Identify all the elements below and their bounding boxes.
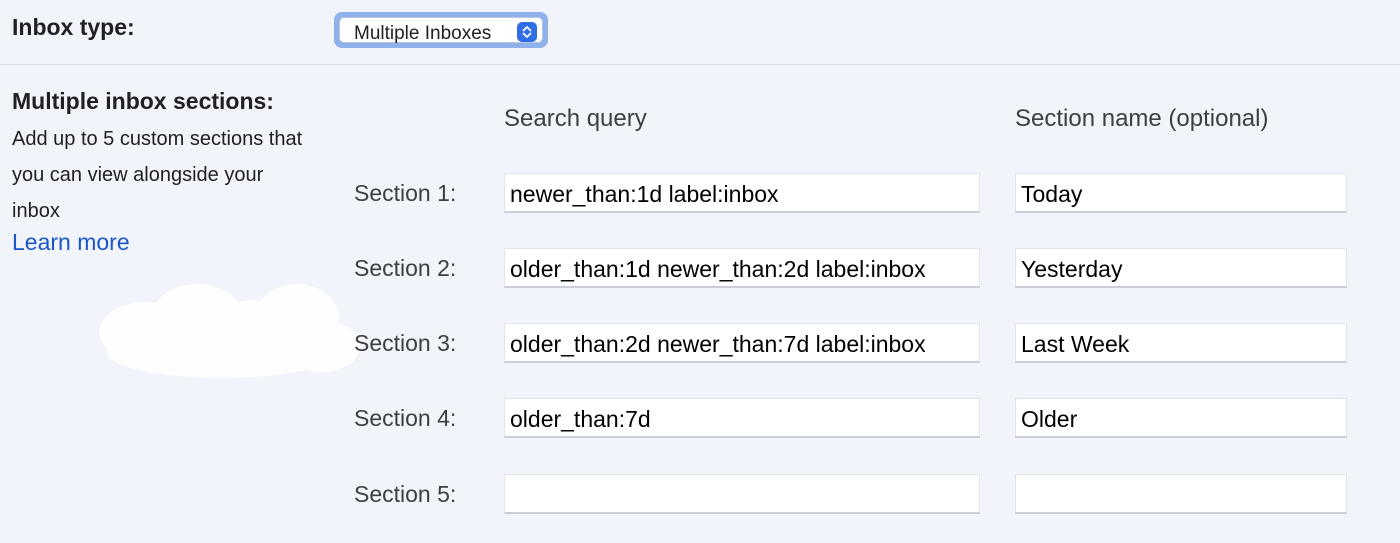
section-1-query-input[interactable]: newer_than:1d label:inbox xyxy=(504,173,980,213)
section-name-header: Section name (optional) xyxy=(1015,105,1269,132)
inbox-type-selected-value: Multiple Inboxes xyxy=(354,23,492,44)
section-1-label: Section 1: xyxy=(354,180,457,206)
multiple-inbox-sections-title: Multiple inbox sections: xyxy=(12,88,274,114)
inbox-type-select[interactable]: Multiple Inboxes xyxy=(334,12,548,48)
section-2-query-input[interactable]: older_than:1d newer_than:2d label:inbox xyxy=(504,248,980,288)
section-4-label: Section 4: xyxy=(354,405,457,431)
section-3-query-input[interactable]: older_than:2d newer_than:7d label:inbox xyxy=(504,323,980,363)
inbox-type-label: Inbox type: xyxy=(12,14,135,40)
search-query-header: Search query xyxy=(504,105,647,132)
section-1-name-input[interactable]: Today xyxy=(1015,173,1347,213)
up-down-chevron-icon[interactable] xyxy=(517,22,537,42)
inbox-type-select-box[interactable]: Multiple Inboxes xyxy=(339,17,543,44)
section-4-query-input[interactable]: older_than:7d xyxy=(504,398,980,438)
section-5-name-input[interactable] xyxy=(1015,474,1347,514)
section-3-name-input[interactable]: Last Week xyxy=(1015,323,1347,363)
cloud-illustration xyxy=(92,280,362,390)
multiple-inbox-sections-description: Add up to 5 custom sections that you can… xyxy=(12,128,303,222)
section-5-label: Section 5: xyxy=(354,481,457,507)
section-3-label: Section 3: xyxy=(354,330,457,356)
section-5-query-input[interactable] xyxy=(504,474,980,514)
section-2-name-input[interactable]: Yesterday xyxy=(1015,248,1347,288)
inbox-type-row: Inbox type: Multiple Inboxes xyxy=(0,0,1400,65)
learn-more-link[interactable]: Learn more xyxy=(12,229,130,256)
section-4-name-input[interactable]: Older xyxy=(1015,398,1347,438)
section-2-label: Section 2: xyxy=(354,255,457,281)
